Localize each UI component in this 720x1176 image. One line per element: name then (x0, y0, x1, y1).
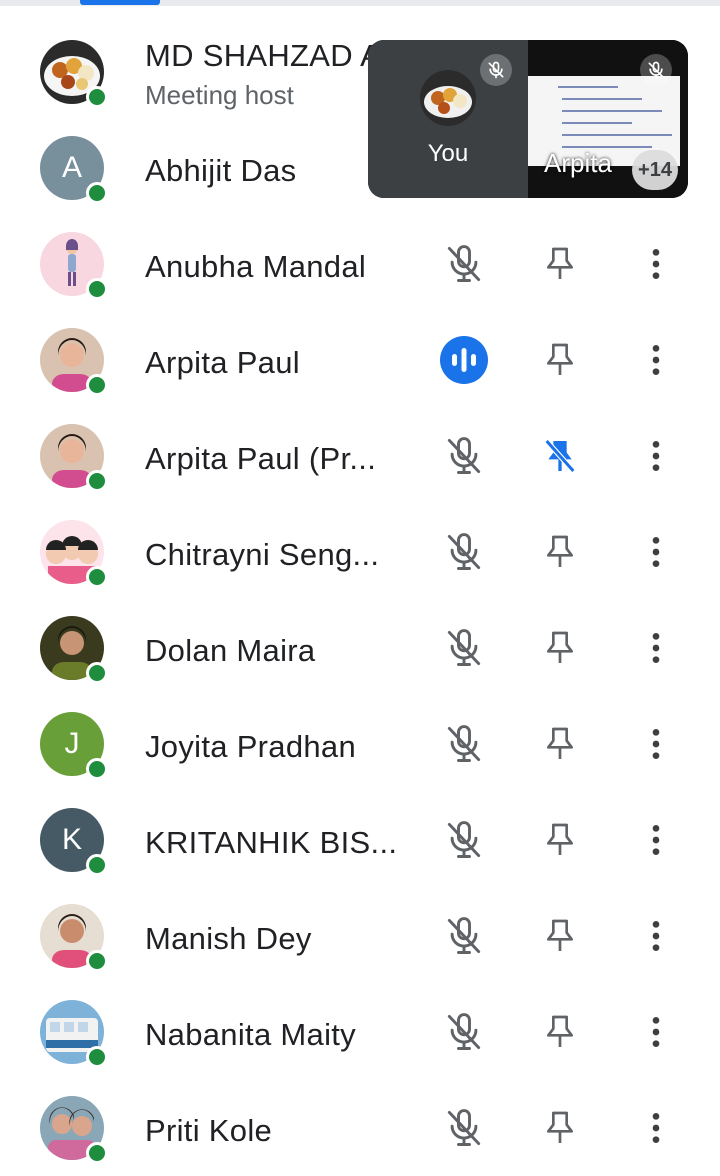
self-label: You (427, 140, 469, 167)
participant-name: MD SHAHZAD A (145, 38, 382, 73)
more-vert-icon[interactable] (632, 624, 680, 672)
speaking-icon[interactable] (440, 336, 488, 384)
more-vert-icon[interactable] (632, 912, 680, 960)
more-vert-icon[interactable] (632, 528, 680, 576)
pinned-icon[interactable] (536, 432, 584, 480)
participant-name: Abhijit Das (145, 153, 297, 188)
mic-off-icon[interactable] (440, 240, 488, 288)
participant-name: Chitrayni Seng... (145, 537, 380, 572)
mic-off-icon[interactable] (440, 1104, 488, 1152)
avatar-container: K (40, 808, 108, 876)
avatar-container (40, 1096, 108, 1164)
online-status-dot (86, 278, 108, 300)
avatar-container: A (40, 136, 108, 204)
avatar-container (40, 1000, 108, 1068)
more-vert-icon[interactable] (632, 240, 680, 288)
participant-name: Anubha Mandal (145, 249, 367, 284)
participant-row[interactable]: Chitrayni Seng... (0, 504, 720, 600)
mic-off-icon (640, 54, 672, 86)
mic-off-icon (480, 54, 512, 86)
participant-role: Meeting host (145, 80, 294, 110)
avatar-initial: A (61, 151, 82, 184)
participant-name: Arpita Paul (145, 345, 300, 380)
more-vert-icon[interactable] (632, 816, 680, 864)
online-status-dot (86, 86, 108, 108)
pin-icon[interactable] (536, 912, 584, 960)
pin-icon[interactable] (536, 1104, 584, 1152)
avatar-container: J (40, 712, 108, 780)
pin-icon[interactable] (536, 240, 584, 288)
mic-off-icon[interactable] (440, 816, 488, 864)
participant-name: Nabanita Maity (145, 1017, 356, 1052)
participant-row[interactable]: Nabanita Maity (0, 984, 720, 1080)
participant-tile[interactable]: Arpita +14 (528, 40, 688, 198)
participant-name: Dolan Maira (145, 633, 316, 668)
more-vert-icon[interactable] (632, 1008, 680, 1056)
participant-row[interactable]: Anubha Mandal (0, 216, 720, 312)
participant-row[interactable]: Arpita Paul (Pr... (0, 408, 720, 504)
mic-off-icon[interactable] (440, 432, 488, 480)
mic-off-icon[interactable] (440, 528, 488, 576)
more-vert-icon[interactable] (632, 1104, 680, 1152)
pin-icon[interactable] (536, 528, 584, 576)
avatar-container (40, 232, 108, 300)
mic-off-icon[interactable] (440, 912, 488, 960)
pin-icon[interactable] (536, 1008, 584, 1056)
participant-name: Arpita Paul (Pr... (145, 441, 377, 476)
more-vert-icon[interactable] (632, 336, 680, 384)
picture-in-picture-tiles[interactable]: You Arpita +14 (368, 40, 688, 198)
participant-row[interactable]: Dolan Maira (0, 600, 720, 696)
online-status-dot (86, 1046, 108, 1068)
online-status-dot (86, 854, 108, 876)
participant-row[interactable]: Arpita Paul (0, 312, 720, 408)
online-status-dot (86, 182, 108, 204)
pin-icon[interactable] (536, 624, 584, 672)
participant-name: KRITANHIK BIS... (145, 825, 398, 860)
participant-row[interactable]: K KRITANHIK BIS... (0, 792, 720, 888)
participant-name: Joyita Pradhan (145, 729, 356, 764)
pin-icon[interactable] (536, 816, 584, 864)
participant-name: Manish Dey (145, 921, 312, 956)
avatar-initial: K (61, 823, 82, 856)
tile-name-label: Arpita (544, 148, 612, 178)
self-tile[interactable]: You (368, 40, 528, 198)
pin-icon[interactable] (536, 720, 584, 768)
avatar-container (40, 616, 108, 684)
more-participants-badge[interactable]: +14 (632, 150, 678, 190)
participant-row[interactable]: Manish Dey (0, 888, 720, 984)
mic-off-icon[interactable] (440, 624, 488, 672)
participant-row[interactable]: J Joyita Pradhan (0, 696, 720, 792)
pin-icon[interactable] (536, 336, 584, 384)
avatar-container (40, 328, 108, 396)
avatar-container (40, 904, 108, 972)
more-vert-icon[interactable] (632, 720, 680, 768)
online-status-dot (86, 566, 108, 588)
mic-off-icon[interactable] (440, 1008, 488, 1056)
online-status-dot (86, 662, 108, 684)
avatar-initial: J (64, 727, 80, 760)
online-status-dot (86, 374, 108, 396)
avatar-container (40, 40, 108, 108)
participant-name: Priti Kole (145, 1113, 273, 1148)
more-vert-icon[interactable] (632, 432, 680, 480)
online-status-dot (86, 950, 108, 972)
participant-row[interactable]: Priti Kole (0, 1080, 720, 1176)
online-status-dot (86, 1142, 108, 1164)
top-tab-bar (0, 0, 720, 6)
active-tab-indicator (80, 0, 160, 5)
online-status-dot (86, 470, 108, 492)
avatar-container (40, 520, 108, 588)
mic-off-icon[interactable] (440, 720, 488, 768)
online-status-dot (86, 758, 108, 780)
self-avatar (420, 70, 476, 126)
avatar-container (40, 424, 108, 492)
